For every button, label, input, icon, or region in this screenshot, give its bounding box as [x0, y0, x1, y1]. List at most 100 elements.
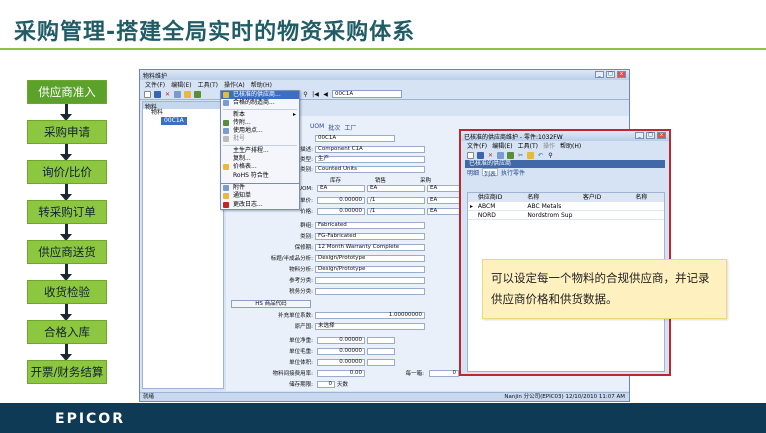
menu-help[interactable]: 帮助(H): [251, 80, 272, 89]
net-weight-field[interactable]: 0.00000: [317, 336, 365, 344]
step-invoice-settlement[interactable]: 开票/财务结算: [27, 360, 107, 384]
hs-code-button[interactable]: HS 商品代码: [231, 300, 311, 308]
overhead-rate-field[interactable]: 0.00: [317, 369, 365, 377]
step-purchase-request[interactable]: 采购申请: [27, 120, 107, 144]
unit-price-field[interactable]: 0.00000: [317, 196, 365, 204]
cost-per-field[interactable]: /1: [367, 207, 425, 215]
class-select[interactable]: FG-Fabricated: [315, 232, 425, 240]
menu-rohs[interactable]: RoHS 符合性: [221, 172, 299, 180]
tab-detail[interactable]: 明细: [467, 168, 479, 177]
menu-qualified-manufacturers[interactable]: 合格的制造商...: [221, 99, 299, 107]
transfer-icon: [223, 119, 229, 126]
warranty-select[interactable]: 12 Month Warranty Complete: [315, 243, 425, 251]
group-select[interactable]: Fabricated: [315, 221, 425, 229]
maximize-icon[interactable]: □: [606, 71, 615, 78]
cut-icon[interactable]: ✂: [517, 152, 524, 159]
supplemental-factor-field[interactable]: 1.00000000: [315, 311, 425, 319]
col-name[interactable]: 名称: [524, 193, 579, 201]
per-box-field[interactable]: 0: [429, 369, 459, 377]
uom-class-select[interactable]: Counted Units: [315, 165, 425, 173]
popup-menu-edit[interactable]: 编辑(E): [492, 141, 512, 150]
menu-actions[interactable]: 操作(A): [224, 80, 245, 89]
menu-edit[interactable]: 编辑(E): [171, 80, 191, 89]
approved-supplier-header: 已核准的供应商: [465, 160, 665, 168]
step-supplier-admission[interactable]: 供应商准入: [27, 80, 107, 104]
tab-list[interactable]: 列表: [482, 168, 499, 178]
open-icon[interactable]: [184, 90, 191, 98]
popup-menu-file[interactable]: 文件(F): [467, 141, 487, 150]
minimize-icon[interactable]: _: [635, 132, 644, 139]
col-customer-id[interactable]: 客户ID: [580, 193, 632, 201]
menu-tools[interactable]: 工具(T): [198, 80, 218, 89]
menu-file[interactable]: 文件(F): [145, 80, 165, 89]
gross-weight-field[interactable]: 0.00000: [317, 347, 365, 355]
callout-note: 可以设定每一个物料的合规供应商，并记录供应商价格和供货数据。: [482, 259, 727, 319]
volume-field[interactable]: 0.00000: [317, 358, 365, 366]
tree-node[interactable]: 00C1A: [143, 117, 223, 125]
close-icon[interactable]: x: [617, 71, 626, 78]
tab-execute-parts[interactable]: 执行零件: [501, 168, 525, 177]
tab-uom[interactable]: UOM: [310, 123, 324, 132]
delete-icon[interactable]: ✕: [487, 152, 494, 159]
undo-icon[interactable]: ↶: [537, 152, 544, 159]
binoculars-icon[interactable]: ⚲: [302, 91, 309, 98]
analysis1-select[interactable]: Design/Prototype: [315, 254, 425, 262]
menu-mps[interactable]: 主生产排程...: [221, 147, 299, 155]
col-supplier-id[interactable]: 供应商ID: [475, 193, 525, 201]
paste-icon[interactable]: [527, 151, 534, 159]
type-select[interactable]: 生产: [315, 155, 425, 163]
menu-transfer[interactable]: 传附...: [221, 119, 299, 127]
net-weight-uom[interactable]: [367, 336, 395, 344]
table-row[interactable]: ▸ ABCM ABC Metals: [468, 202, 664, 211]
ref-category-select[interactable]: [315, 276, 425, 284]
delete-icon[interactable]: ✕: [164, 91, 171, 98]
table-row[interactable]: NORD Nordstrom Sup: [468, 211, 664, 220]
step-supplier-delivery[interactable]: 供应商送货: [27, 240, 107, 264]
menu-change-log[interactable]: 更改日志...: [221, 201, 299, 209]
description-field[interactable]: Component C1A: [315, 145, 425, 153]
step-stock-in[interactable]: 合格入库: [27, 320, 107, 344]
tab-plant[interactable]: 工厂: [344, 123, 356, 132]
origin-country-select[interactable]: 未选择: [315, 322, 425, 330]
refresh-icon[interactable]: [174, 90, 181, 98]
menu-lot[interactable]: 批号: [221, 135, 299, 143]
step-purchase-order[interactable]: 转采购订单: [27, 200, 107, 224]
step-receiving-inspection[interactable]: 收货检验: [27, 280, 107, 304]
menu-notification[interactable]: 通知单: [221, 192, 299, 200]
minimize-icon[interactable]: _: [595, 71, 604, 78]
manufacturer-icon: [223, 100, 229, 107]
maximize-icon[interactable]: □: [646, 132, 655, 139]
nav-first-icon[interactable]: |◀: [312, 91, 319, 98]
sales-uom-select[interactable]: EA: [367, 185, 425, 192]
shelf-life-field[interactable]: 0: [317, 380, 335, 388]
part-id-field[interactable]: 00C1A: [332, 90, 402, 98]
new-icon[interactable]: [144, 90, 151, 98]
print-icon[interactable]: [507, 151, 514, 159]
menu-price-list[interactable]: 价格表...: [221, 163, 299, 171]
new-icon[interactable]: [467, 151, 474, 159]
stock-uom-select[interactable]: EA: [317, 185, 365, 192]
save-icon[interactable]: [154, 90, 161, 98]
tax-category-select[interactable]: [315, 287, 425, 295]
print-icon[interactable]: [194, 90, 201, 98]
analysis2-select[interactable]: Design/Prototype: [315, 265, 425, 273]
step-inquiry[interactable]: 询价/比价: [27, 160, 107, 184]
popup-menu-tools[interactable]: 工具(T): [518, 141, 538, 150]
price-per-field[interactable]: /1: [367, 196, 425, 204]
col-customer-name[interactable]: 名称: [632, 193, 664, 201]
save-icon[interactable]: [477, 151, 484, 159]
tab-lot[interactable]: 批次: [328, 123, 340, 132]
close-icon[interactable]: x: [657, 132, 666, 139]
volume-uom[interactable]: [367, 358, 395, 366]
popup-menu-actions[interactable]: 操作: [543, 141, 555, 150]
binoculars-icon[interactable]: ⚲: [547, 152, 554, 159]
part-number-field[interactable]: 00C1A: [315, 135, 395, 142]
gross-weight-uom[interactable]: [367, 347, 395, 355]
popup-menu-help[interactable]: 帮助(H): [560, 141, 581, 150]
cost-field[interactable]: 0.00000: [317, 207, 365, 215]
tree-root[interactable]: 物料: [143, 109, 223, 117]
refresh-icon[interactable]: [497, 151, 504, 159]
popup-toolbar: ✕ ✂ ↶ ⚲: [461, 150, 669, 160]
nav-prev-icon[interactable]: ◀: [322, 91, 329, 98]
menu-new[interactable]: 新本 ▸: [221, 111, 299, 119]
